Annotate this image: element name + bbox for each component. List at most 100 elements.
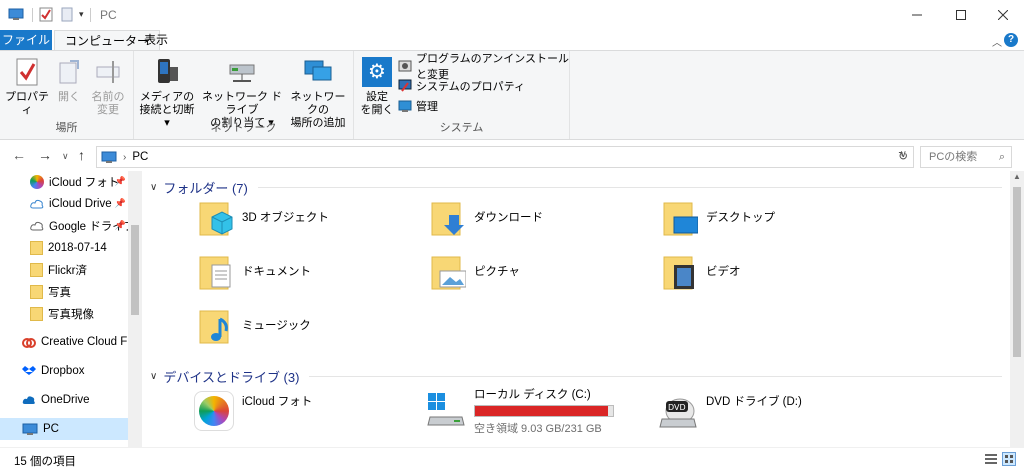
pin-icon[interactable]: 📌 — [115, 176, 126, 187]
content-scrollbar[interactable]: ▲ — [1010, 171, 1024, 447]
nav-item-folder-flickr[interactable]: Flickr済 — [0, 259, 128, 281]
pc-icon — [22, 423, 38, 436]
settings-gear-icon: ⚙ — [362, 57, 392, 87]
nav-item-icloud-drive[interactable]: iCloud Drive 📌 — [0, 193, 128, 215]
3d-objects-folder-icon — [198, 197, 234, 237]
folder-tile-music[interactable]: ミュージック — [198, 301, 311, 349]
icloud-drive-icon — [30, 199, 44, 209]
close-icon — [998, 10, 1008, 20]
pin-icon[interactable]: 📌 — [115, 198, 126, 209]
network-location-icon — [303, 57, 333, 87]
large-icons-view-icon[interactable] — [1002, 452, 1016, 466]
breadcrumb-separator-icon[interactable]: › — [123, 152, 126, 163]
icloud-photos-icon — [194, 391, 234, 431]
media-device-icon — [152, 57, 182, 87]
svg-text:DVD: DVD — [668, 403, 686, 412]
details-view-icon[interactable] — [984, 452, 998, 466]
system-properties-button[interactable]: システムのプロパティ — [398, 77, 525, 95]
creative-cloud-icon — [22, 335, 36, 349]
folder-tile-downloads[interactable]: ダウンロード — [430, 193, 543, 241]
open-settings-button[interactable]: ⚙ 設定 を開く — [358, 57, 396, 117]
google-drive-icon — [30, 221, 44, 231]
uninstall-programs-button[interactable]: プログラムのアンインストールと変更 — [398, 53, 569, 81]
group-system: ⚙ 設定 を開く プログラムのアンインストールと変更 システムのプロパティ 管理… — [354, 51, 570, 139]
nav-scrollbar[interactable] — [128, 171, 142, 447]
nav-item-folder-2018-07-14[interactable]: 2018-07-14 — [0, 237, 128, 259]
properties-quick-icon[interactable] — [39, 7, 53, 22]
properties-button[interactable]: プロパティ — [4, 57, 50, 117]
free-space-text: 空き領域 9.03 GB/231 GB — [474, 423, 602, 435]
music-folder-icon — [198, 305, 234, 345]
open-icon — [56, 57, 82, 87]
minimize-button[interactable] — [894, 0, 940, 30]
downloads-folder-icon — [430, 197, 466, 237]
nav-item-creative-cloud[interactable]: Creative Cloud Files — [0, 331, 128, 353]
tab-view[interactable]: 表示 — [134, 30, 178, 50]
nav-item-onedrive[interactable]: OneDrive — [0, 389, 128, 411]
folder-tile-3d-objects[interactable]: 3D オブジェクト — [198, 193, 329, 241]
pc-icon — [8, 8, 24, 21]
nav-item-google-drive[interactable]: Google ドライブ 📌 — [0, 215, 128, 237]
pin-icon[interactable]: 📌 — [115, 220, 126, 231]
folder-tile-documents[interactable]: ドキュメント — [198, 247, 311, 295]
scroll-up-icon[interactable]: ▲ — [1013, 172, 1021, 181]
group-label-network: ネットワーク — [210, 122, 277, 134]
window-title: PC — [100, 8, 117, 22]
manage-icon — [398, 99, 412, 113]
rename-button[interactable]: 名前の 変更 — [88, 57, 128, 117]
folder-icon — [30, 263, 43, 277]
group-label-system: システム — [439, 122, 484, 134]
search-input[interactable]: PCの検索 ⌕ — [920, 146, 1012, 168]
dropbox-icon — [22, 364, 36, 378]
section-header-devices[interactable]: ∨ デバイスとドライブ (3) — [150, 366, 1002, 386]
close-button[interactable] — [980, 0, 1024, 30]
title-bar: ▾ PC — [0, 0, 1024, 30]
collapse-ribbon-icon[interactable]: ︿ — [992, 34, 1002, 49]
network-drive-icon — [227, 57, 257, 87]
folder-icon — [30, 285, 43, 299]
device-tile-icloud-photos[interactable]: iCloud フォト — [194, 387, 312, 435]
customize-dropdown-icon[interactable]: ▾ — [79, 9, 84, 20]
help-icon[interactable]: ? — [1004, 33, 1018, 47]
folder-icon — [30, 241, 43, 255]
open-button[interactable]: 開く — [52, 57, 86, 104]
pictures-folder-icon — [430, 251, 467, 291]
chevron-down-icon[interactable]: ∨ — [150, 371, 157, 382]
nav-item-folder-photos[interactable]: 写真 — [0, 281, 128, 303]
device-tile-local-disk-c[interactable]: ローカル ディスク (C:) 空き領域 9.03 GB/231 GB — [426, 387, 614, 435]
ribbon: プロパティ 開く 名前の 変更 場所 メディアの 接続と切断 ▾ ネットワーク … — [0, 50, 1024, 140]
forward-arrow-icon[interactable]: → — [38, 147, 52, 163]
address-bar[interactable]: › PC ∨ — [96, 146, 914, 168]
documents-folder-icon — [198, 251, 234, 291]
recent-locations-dropdown-icon[interactable]: ∨ — [62, 151, 69, 162]
maximize-button[interactable] — [938, 0, 984, 30]
nav-item-icloud-photos[interactable]: iCloud フォト 📌 — [0, 171, 128, 193]
search-icon: ⌕ — [998, 151, 1005, 163]
manage-button[interactable]: 管理 — [398, 97, 438, 115]
refresh-icon[interactable]: ↻ — [898, 149, 908, 163]
folder-icon — [30, 307, 43, 321]
device-tile-dvd-d[interactable]: DVD DVD ドライブ (D:) — [658, 387, 802, 435]
chevron-down-icon[interactable]: ∨ — [150, 182, 157, 193]
drive-name: ローカル ディスク (C:) — [474, 389, 591, 401]
tab-file[interactable]: ファイル — [0, 30, 52, 50]
nav-item-pc[interactable]: PC — [0, 418, 128, 440]
folder-tile-desktop[interactable]: デスクトップ — [662, 193, 775, 241]
folder-tile-videos[interactable]: ビデオ — [662, 247, 741, 295]
address-row: ← → ∨ ↑ › PC ∨ ↻ PCの検索 ⌕ — [0, 141, 1024, 171]
nav-item-folder-photo-develop[interactable]: 写真現像 — [0, 303, 128, 325]
back-arrow-icon[interactable]: ← — [12, 147, 26, 163]
breadcrumb-pc[interactable]: PC — [132, 151, 148, 163]
uninstall-icon — [398, 59, 412, 73]
maximize-icon — [956, 10, 966, 20]
onedrive-icon — [22, 395, 36, 405]
group-location: プロパティ 開く 名前の 変更 場所 — [0, 51, 134, 139]
up-arrow-icon[interactable]: ↑ — [78, 147, 85, 163]
folder-tile-pictures[interactable]: ピクチャ — [430, 247, 520, 295]
pc-icon — [101, 151, 117, 164]
disk-usage-bar — [474, 405, 614, 417]
desktop-folder-icon — [662, 197, 699, 237]
nav-item-dropbox[interactable]: Dropbox — [0, 360, 128, 382]
navigation-pane: iCloud フォト 📌 iCloud Drive 📌 Google ドライブ … — [0, 171, 142, 447]
new-folder-quick-icon[interactable] — [61, 7, 73, 22]
